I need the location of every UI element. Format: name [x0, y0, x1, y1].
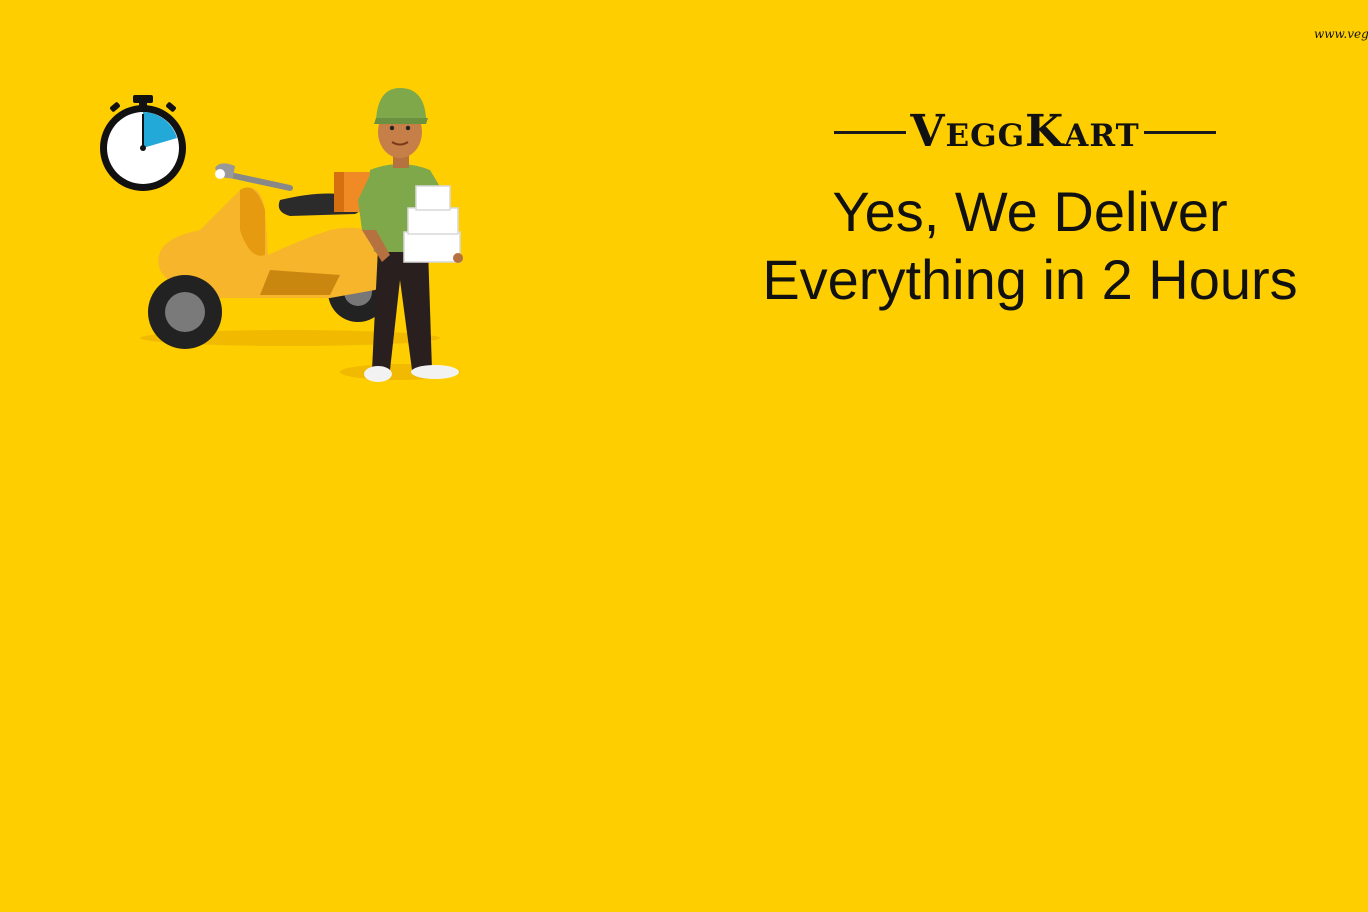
tagline: Yes, We Deliver Everything in 2 Hours	[760, 178, 1300, 314]
brand-heading: VeggKart	[800, 104, 1250, 160]
brand-name: VeggKart	[910, 106, 1140, 157]
brand-right-rule	[1143, 130, 1216, 134]
delivery-man-icon	[358, 88, 463, 382]
scooter-icon	[148, 163, 391, 349]
brand-left-rule	[834, 130, 907, 134]
promo-banner: www.veg VeggKart Yes, We Deliver Everyth…	[0, 0, 1368, 912]
delivery-illustration	[100, 88, 463, 382]
website-watermark: www.veg	[1314, 27, 1368, 41]
tagline-line-1: Yes, We Deliver	[832, 180, 1228, 243]
stopwatch-icon	[100, 95, 186, 191]
tagline-line-2: Everything in 2 Hours	[762, 248, 1298, 311]
